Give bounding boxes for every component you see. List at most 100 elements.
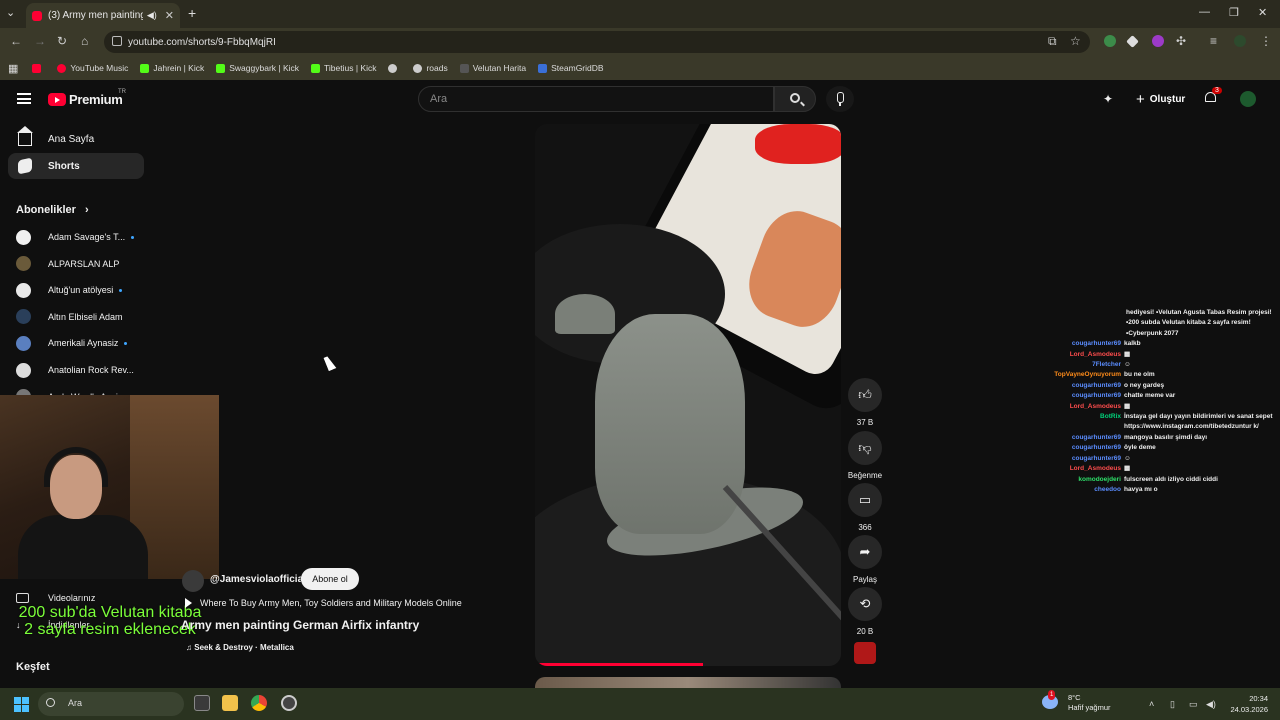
- menu-icon[interactable]: [17, 93, 31, 104]
- like-action[interactable]: 👍︎ 37 B: [848, 378, 882, 427]
- bookmark-youtube-music[interactable]: YouTube Music: [57, 63, 128, 73]
- taskbar-search[interactable]: Ara: [38, 692, 184, 716]
- youtube-header: Premium TR Ara ✦ + Oluştur 3: [0, 80, 1280, 118]
- weather-widget[interactable]: 1 8°C Hafif yağmur: [1042, 690, 1111, 713]
- apps-grid-icon[interactable]: ▦: [8, 62, 18, 75]
- share-button[interactable]: ➦: [848, 535, 882, 569]
- bookmark-globe[interactable]: [388, 63, 401, 73]
- comments-button[interactable]: ▭: [848, 483, 882, 517]
- network-icon[interactable]: ▭: [1189, 699, 1198, 710]
- sidebar-item-your-videos[interactable]: Videolarınız: [16, 593, 95, 603]
- chrome-icon[interactable]: [251, 695, 267, 711]
- close-window-button[interactable]: ✕: [1258, 6, 1267, 19]
- sidebar-subscription-item[interactable]: Amerikali Aynasiz: [16, 333, 156, 353]
- bookmark-jahrein-kick[interactable]: Jahrein | Kick: [140, 63, 204, 73]
- shorts-icon: [18, 157, 32, 175]
- sidebar-subscription-item[interactable]: ALPARSLAN ALP: [16, 254, 156, 274]
- chat-message: cougarhunter69 ☺: [1040, 454, 1276, 464]
- video-progress-bar[interactable]: [535, 663, 704, 666]
- audio-icon[interactable]: ◀): [147, 10, 157, 21]
- sidebar-subscription-item[interactable]: Altuğ'un atölyesi: [16, 280, 156, 300]
- kick-icon: [216, 63, 226, 73]
- forward-arrow-icon[interactable]: →: [34, 34, 46, 48]
- weather-desc: Hafif yağmur: [1068, 703, 1111, 712]
- home-icon[interactable]: ⌂: [81, 34, 88, 48]
- bookmark-tibetius-kick[interactable]: Tibetius | Kick: [311, 63, 376, 73]
- install-app-icon[interactable]: ⧉: [1048, 34, 1057, 49]
- minimize-button[interactable]: —: [1199, 6, 1210, 18]
- subscriptions-header[interactable]: Abonelikler ›: [16, 204, 89, 216]
- address-bar[interactable]: youtube.com/shorts/9-FbbqMqjRI: [104, 31, 1090, 53]
- search-input[interactable]: Ara: [418, 86, 774, 112]
- chat-message: komodoejderi fulscreen aldı izliyo ciddi …: [1040, 475, 1276, 485]
- chat-username: cougarhunter69: [1071, 381, 1121, 389]
- comments-action[interactable]: ▭ 366: [848, 483, 882, 532]
- task-view-icon[interactable]: [194, 695, 210, 711]
- browser-menu-icon[interactable]: ⋮: [1260, 34, 1272, 48]
- new-tab-button[interactable]: +: [188, 5, 196, 21]
- sidebar-item-home[interactable]: Ana Sayfa: [8, 126, 144, 152]
- notifications-button[interactable]: 3: [1204, 87, 1222, 104]
- sidebar-item-shorts[interactable]: Shorts: [8, 153, 144, 179]
- youtube-favicon-icon: [32, 10, 42, 21]
- channel-name[interactable]: @Jamesviolaofficial: [210, 574, 306, 585]
- tab-search-icon[interactable]: ⌄: [6, 6, 15, 19]
- extension-diamond-icon[interactable]: [1126, 35, 1139, 48]
- plus-icon: +: [1136, 90, 1145, 108]
- browser-tab-strip: ⌄ (3) Army men painting Ger ◀) ✕ + — ❐ ✕: [0, 0, 1280, 28]
- globe-icon: [413, 63, 423, 73]
- file-explorer-icon[interactable]: [222, 695, 238, 711]
- chat-message: Lord_Asmodeus ▦: [1040, 402, 1276, 412]
- tray-overflow-icon[interactable]: ˄: [1149, 699, 1154, 709]
- create-button[interactable]: + Oluştur: [1126, 88, 1195, 110]
- extensions-puzzle-icon[interactable]: ✣: [1176, 34, 1186, 48]
- bookmark-velutan-harita[interactable]: Velutan Harita: [459, 63, 526, 73]
- reload-icon[interactable]: ↻: [57, 34, 67, 48]
- restore-button[interactable]: ❐: [1229, 6, 1239, 19]
- logo-text: Premium: [69, 92, 123, 107]
- dislike-button[interactable]: 👎︎: [848, 431, 882, 465]
- media-control-icon[interactable]: ≡: [1210, 34, 1217, 48]
- search-button[interactable]: [774, 86, 816, 112]
- sidebar-subscription-item[interactable]: Altın Elbiseli Adam: [16, 307, 156, 327]
- dislike-action[interactable]: 👎︎ Beğenme: [848, 431, 882, 480]
- windows-start-icon[interactable]: [14, 697, 29, 712]
- browser-tab-active[interactable]: (3) Army men painting Ger ◀) ✕: [26, 3, 180, 28]
- short-video-player[interactable]: [535, 124, 841, 666]
- bookmark-youtube[interactable]: [32, 63, 45, 73]
- mic-tray-icon[interactable]: ▯: [1170, 699, 1175, 710]
- account-avatar[interactable]: [1240, 91, 1256, 107]
- site-info-icon[interactable]: [112, 36, 122, 46]
- remix-action[interactable]: ⟲ 20 B: [848, 587, 882, 636]
- tab-close-icon[interactable]: ✕: [165, 9, 174, 22]
- chat-message: cougarhunter69 chatte meme var: [1040, 391, 1276, 401]
- bookmark-swaggybark-kick[interactable]: Swaggybark | Kick: [216, 63, 299, 73]
- sound-thumbnail[interactable]: [854, 642, 876, 664]
- extension-icon[interactable]: [1104, 35, 1116, 47]
- voice-search-button[interactable]: [826, 86, 854, 112]
- chevron-right-icon: ›: [84, 204, 89, 216]
- clock-time: 20:34: [1249, 694, 1268, 703]
- like-button[interactable]: 👍︎: [848, 378, 882, 412]
- bookmark-roads[interactable]: roads: [413, 63, 448, 73]
- logo-country: TR: [118, 89, 126, 95]
- youtube-premium-logo[interactable]: Premium TR: [48, 89, 126, 107]
- obs-icon[interactable]: [281, 695, 297, 711]
- profile-avatar-icon[interactable]: [1234, 35, 1246, 47]
- system-clock[interactable]: 20:34 24.03.2026: [1222, 693, 1268, 715]
- remix-button[interactable]: ⟲: [848, 587, 882, 621]
- bookmark-star-icon[interactable]: ☆: [1070, 34, 1081, 48]
- sidebar-subscription-item[interactable]: Adam Savage's T...: [16, 227, 156, 247]
- gemini-sparkle-icon[interactable]: ✦: [1103, 92, 1113, 106]
- channel-avatar[interactable]: [182, 570, 204, 592]
- back-arrow-icon[interactable]: ←: [10, 34, 22, 48]
- subscribe-button[interactable]: Abone ol: [301, 568, 359, 590]
- volume-icon[interactable]: ◀): [1206, 699, 1216, 710]
- sidebar-subscription-item[interactable]: Anatolian Rock Rev...: [16, 360, 156, 380]
- channel-avatar-icon: [16, 335, 31, 351]
- bookmark-steamgriddb[interactable]: SteamGridDB: [538, 63, 604, 73]
- share-action[interactable]: ➦ Paylaş: [848, 535, 882, 584]
- music-info[interactable]: ♫ Seek & Destroy · Metallica: [186, 643, 294, 652]
- extension-purple-icon[interactable]: [1152, 35, 1164, 47]
- related-video-link[interactable]: Where To Buy Army Men, Toy Soldiers and …: [183, 598, 462, 608]
